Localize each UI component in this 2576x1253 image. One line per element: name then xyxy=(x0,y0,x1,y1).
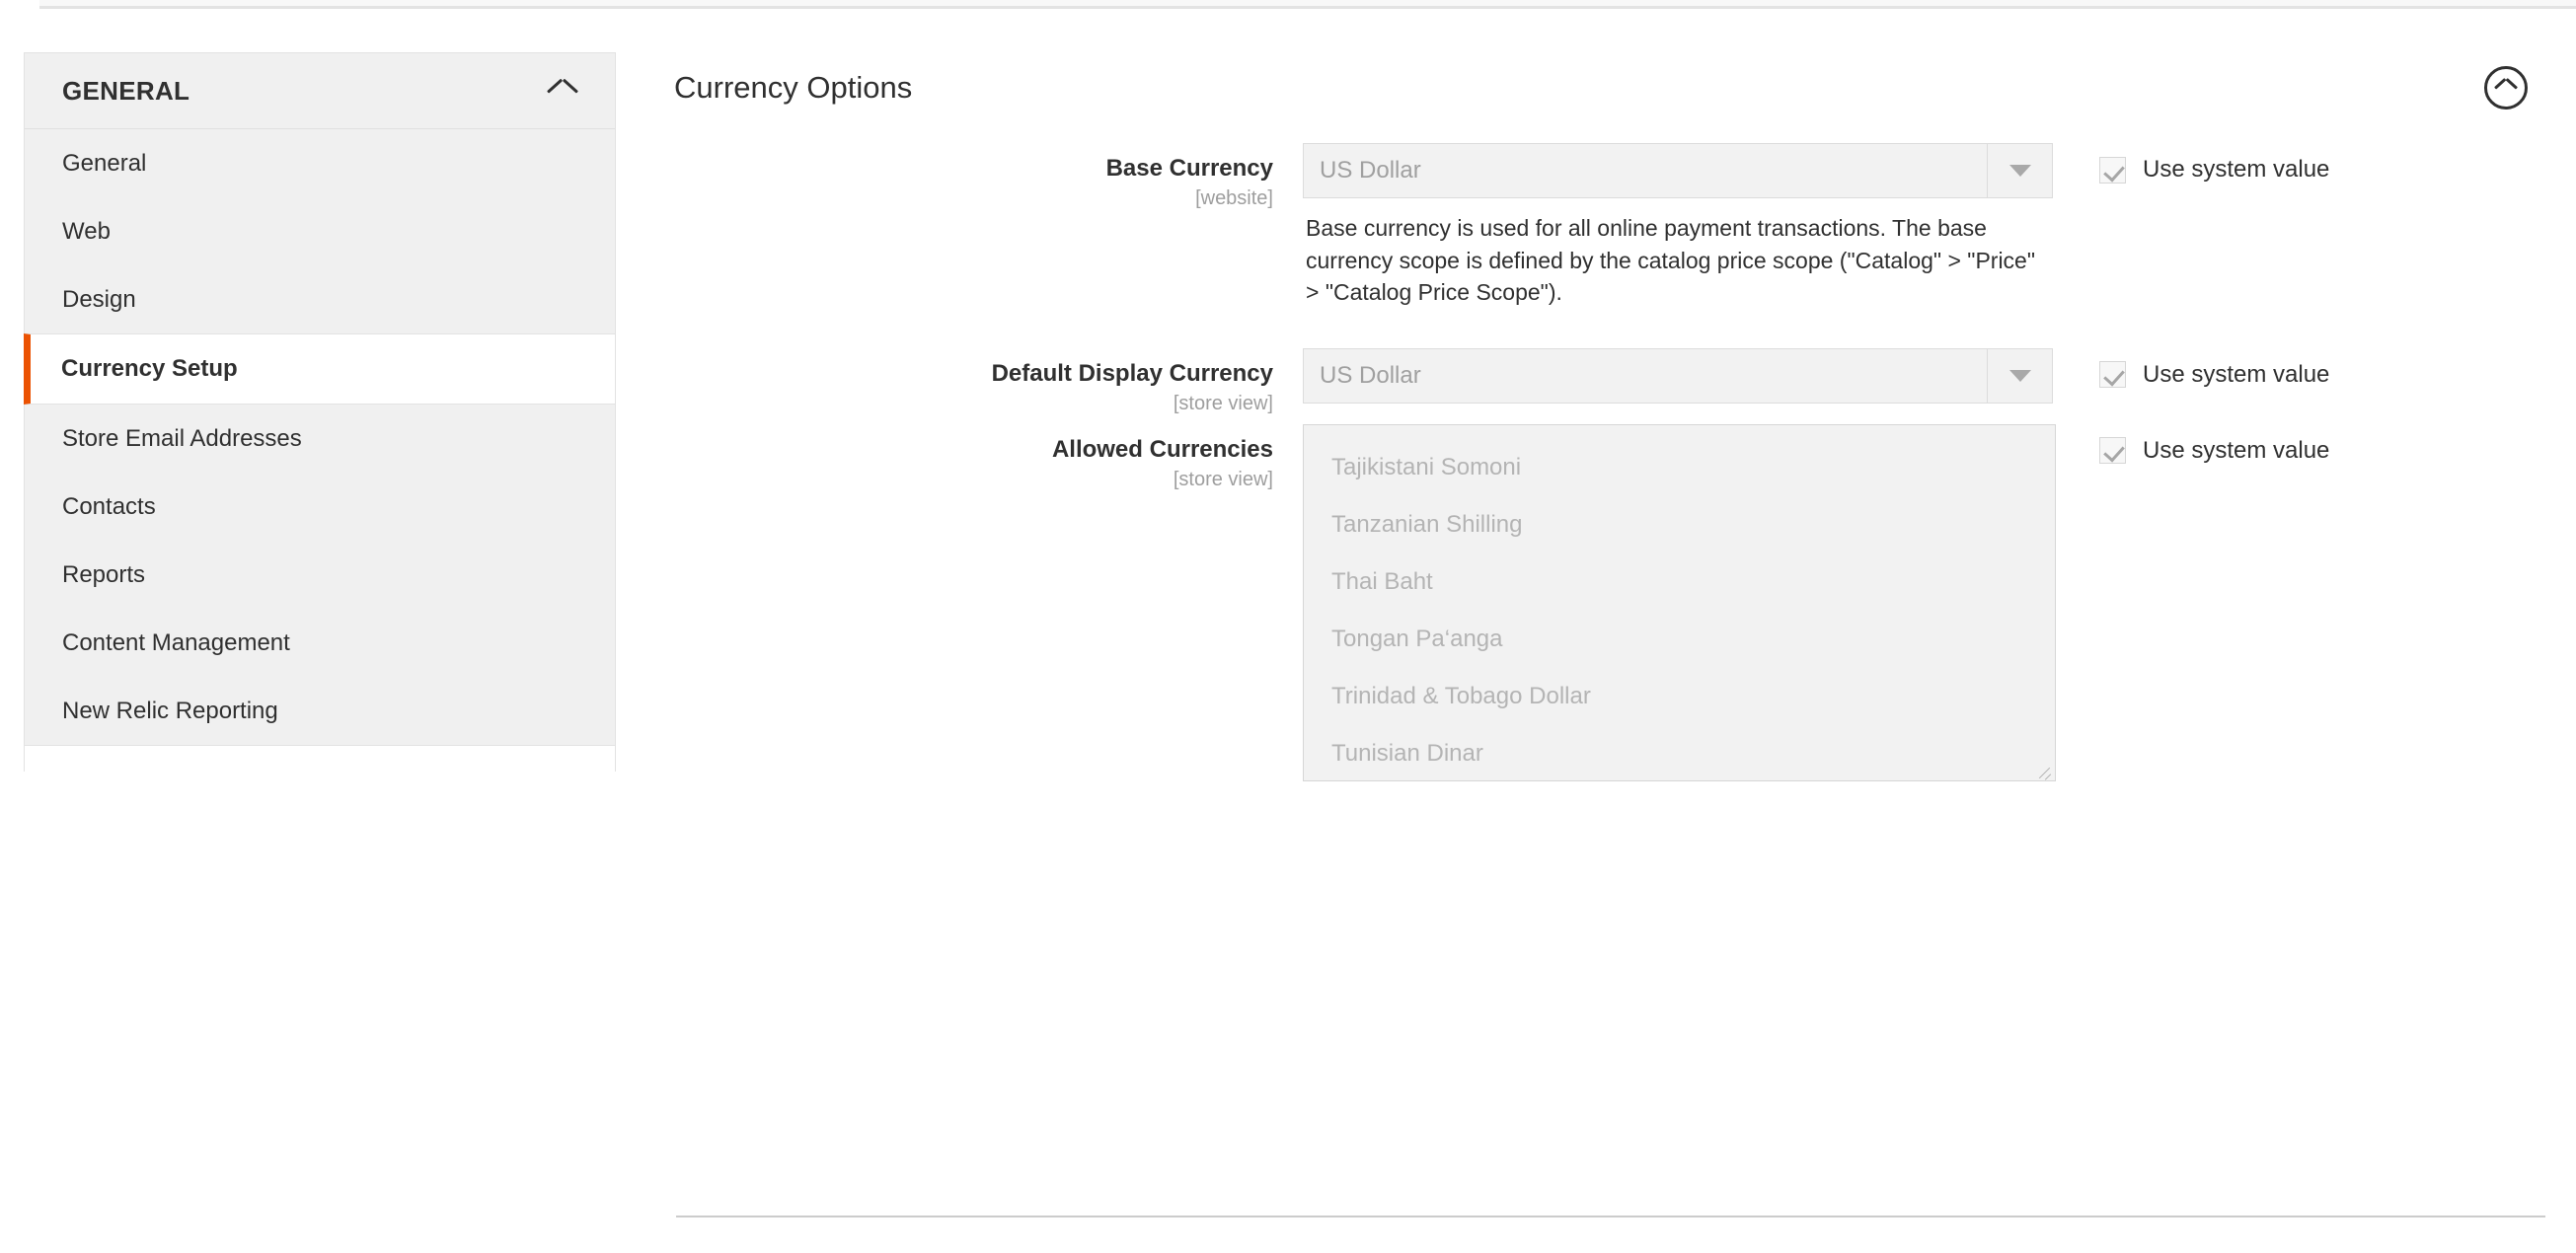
chevron-up-circle-icon xyxy=(2495,82,2517,94)
sidebar-item-label: Currency Setup xyxy=(61,355,238,382)
list-item[interactable]: Tunisian Dinar xyxy=(1304,725,2055,780)
sidebar-item-label: Web xyxy=(62,217,111,245)
row-spacer xyxy=(651,414,2546,424)
sidebar-section-header-general[interactable]: GENERAL xyxy=(24,52,616,129)
base-currency-comment: Base currency is used for all online pay… xyxy=(1306,215,2036,306)
sidebar-item-label: Contacts xyxy=(62,492,156,520)
default-display-currency-dropdown-arrow[interactable] xyxy=(1987,348,2052,403)
sidebar-item-label: Content Management xyxy=(62,628,290,656)
use-system-value-checkbox[interactable] xyxy=(2099,437,2126,465)
section-divider xyxy=(676,1216,2545,1217)
sidebar-item-label: General xyxy=(62,149,147,177)
option-label: Tanzanian Shilling xyxy=(1331,510,1523,538)
main-content: Currency Options Base Currency [website]… xyxy=(651,52,2546,1253)
list-item[interactable]: Tajikistani Somoni xyxy=(1304,439,2055,496)
default-display-currency-use-system-value[interactable]: Use system value xyxy=(2099,348,2329,389)
resize-handle-icon[interactable] xyxy=(2036,762,2052,777)
sidebar-item-label: New Relic Reporting xyxy=(62,697,278,724)
allowed-currencies-control: Swiss Franc Tajikistani Somoni Tanzanian… xyxy=(1303,423,2056,781)
default-display-currency-label: Default Display Currency xyxy=(991,359,1273,387)
allowed-currencies-scope: [store view] xyxy=(1173,468,1273,490)
row-spacer xyxy=(651,309,2546,348)
default-display-currency-selected-value: US Dollar xyxy=(1320,361,1421,389)
base-currency-label-block: Base Currency [website] xyxy=(651,143,1303,209)
list-item[interactable]: Thai Baht xyxy=(1304,553,2055,611)
sidebar-item-content-management[interactable]: Content Management xyxy=(25,609,615,677)
sidebar-item-store-email-addresses[interactable]: Store Email Addresses xyxy=(25,405,615,473)
currency-options-form: Base Currency [website] US Dollar Base c… xyxy=(651,143,2546,781)
default-display-currency-select[interactable]: US Dollar xyxy=(1303,347,2053,404)
use-system-value-label: Use system value xyxy=(2143,436,2330,464)
use-system-value-label: Use system value xyxy=(2143,156,2330,183)
sidebar-section-title: GENERAL xyxy=(62,75,190,106)
page-root: GENERAL General Web Design Currency Setu… xyxy=(0,0,2576,1253)
base-currency-select[interactable]: US Dollar xyxy=(1303,143,2053,198)
base-currency-selected-value: US Dollar xyxy=(1320,157,1421,184)
base-currency-scope: [website] xyxy=(1195,186,1273,209)
top-strip xyxy=(39,0,2576,9)
section-header: Currency Options xyxy=(651,52,2546,143)
sidebar-item-label: Store Email Addresses xyxy=(62,424,302,452)
sidebar-item-reports[interactable]: Reports xyxy=(25,541,615,609)
field-row-default-display-currency: Default Display Currency [store view] US… xyxy=(651,347,2546,414)
page-title: Currency Options xyxy=(674,70,913,105)
allowed-currencies-label: Allowed Currencies xyxy=(1051,435,1273,463)
use-system-value-label: Use system value xyxy=(2143,360,2330,388)
base-currency-dropdown-arrow[interactable] xyxy=(1987,144,2052,197)
sidebar-item-currency-setup[interactable]: Currency Setup xyxy=(24,333,615,405)
sidebar-item-design[interactable]: Design xyxy=(25,265,615,333)
option-label: Tajikistani Somoni xyxy=(1331,453,1522,480)
default-display-currency-scope: [store view] xyxy=(1173,392,1273,414)
base-currency-label: Base Currency xyxy=(1105,155,1273,182)
sidebar-item-list: General Web Design Currency Setup Store … xyxy=(24,129,616,746)
allowed-currencies-label-block: Allowed Currencies [store view] xyxy=(651,424,1303,490)
collapse-section-button[interactable] xyxy=(2484,66,2528,110)
default-display-currency-label-block: Default Display Currency [store view] xyxy=(651,348,1303,414)
option-label: Thai Baht xyxy=(1331,567,1433,595)
clipped-option-above: Swiss Franc xyxy=(1304,425,2055,439)
sidebar-item-label: Reports xyxy=(62,560,146,588)
sidebar-item-contacts[interactable]: Contacts xyxy=(25,473,615,541)
caret-down-icon xyxy=(2008,369,2031,382)
field-row-allowed-currencies: Allowed Currencies [store view] Swiss Fr… xyxy=(651,423,2546,781)
option-label: Tongan Pa‘anga xyxy=(1331,625,1503,652)
list-item[interactable]: Trinidad & Tobago Dollar xyxy=(1304,668,2055,725)
use-system-value-checkbox[interactable] xyxy=(2099,156,2126,184)
option-label: Trinidad & Tobago Dollar xyxy=(1331,682,1591,709)
sidebar-bottom-panel xyxy=(24,746,616,772)
sidebar-item-web[interactable]: Web xyxy=(25,197,615,265)
sidebar-item-new-relic-reporting[interactable]: New Relic Reporting xyxy=(25,677,615,745)
option-label: Tunisian Dinar xyxy=(1331,739,1483,767)
base-currency-control: US Dollar Base currency is used for all … xyxy=(1303,143,2053,309)
use-system-value-checkbox[interactable] xyxy=(2099,361,2126,389)
default-display-currency-control: US Dollar xyxy=(1303,347,2053,404)
sidebar-item-general[interactable]: General xyxy=(25,129,615,197)
allowed-currencies-use-system-value[interactable]: Use system value xyxy=(2099,424,2329,465)
allowed-currencies-multiselect[interactable]: Swiss Franc Tajikistani Somoni Tanzanian… xyxy=(1303,423,2056,781)
list-item[interactable]: Tongan Pa‘anga xyxy=(1304,611,2055,668)
list-item[interactable]: Tanzanian Shilling xyxy=(1304,496,2055,553)
base-currency-use-system-value[interactable]: Use system value xyxy=(2099,143,2329,184)
field-row-base-currency: Base Currency [website] US Dollar Base c… xyxy=(651,143,2546,309)
chevron-up-icon xyxy=(548,82,577,100)
sidebar-item-label: Design xyxy=(62,285,136,313)
caret-down-icon xyxy=(2008,165,2031,177)
settings-sidebar: GENERAL General Web Design Currency Setu… xyxy=(24,52,616,772)
